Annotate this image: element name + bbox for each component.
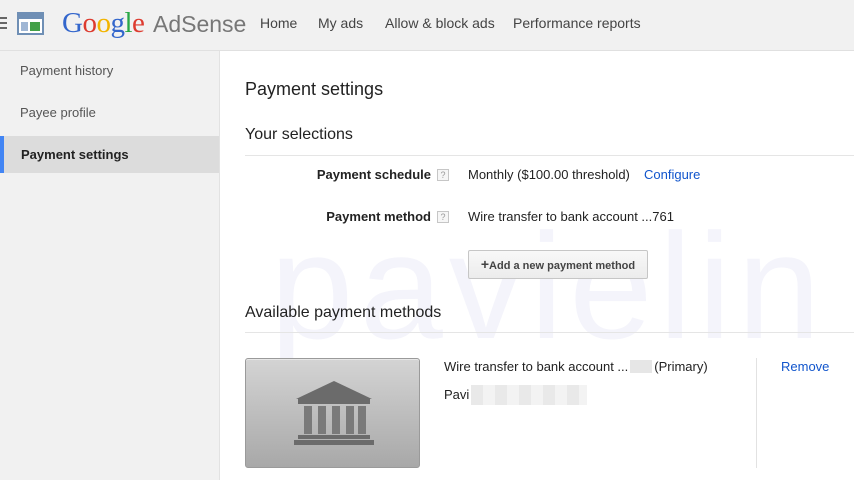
sidebar: Payment history Payee profile Payment se… bbox=[0, 51, 220, 480]
bank-card bbox=[245, 358, 420, 468]
help-icon[interactable]: ? bbox=[437, 169, 449, 181]
remove-link[interactable]: Remove bbox=[781, 359, 829, 374]
nav-my-ads[interactable]: My ads bbox=[318, 15, 363, 31]
payee-name: Pavi bbox=[444, 387, 470, 402]
nav-allow-block-ads[interactable]: Allow & block ads bbox=[385, 15, 495, 31]
divider bbox=[245, 155, 854, 156]
google-logo[interactable]: Google bbox=[62, 7, 145, 40]
available-methods-heading: Available payment methods bbox=[245, 304, 442, 321]
method-primary-badge: (Primary) bbox=[654, 359, 708, 374]
payment-method-label: Payment method bbox=[326, 209, 431, 224]
bank-icon bbox=[294, 381, 374, 445]
add-payment-method-button[interactable]: +Add a new payment method bbox=[468, 250, 648, 279]
nav-home[interactable]: Home bbox=[260, 15, 297, 31]
payment-schedule-value: Monthly ($100.00 threshold) bbox=[468, 167, 630, 182]
adsense-app-icon[interactable] bbox=[17, 12, 44, 35]
payment-schedule-label: Payment schedule bbox=[316, 167, 431, 182]
product-name: AdSense bbox=[153, 11, 247, 37]
plus-icon: + bbox=[480, 256, 490, 272]
divider bbox=[245, 332, 854, 333]
nav-performance-reports[interactable]: Performance reports bbox=[513, 15, 641, 31]
watermark: pavielin bbox=[270, 202, 827, 370]
redacted-account bbox=[630, 360, 653, 373]
sidebar-item-payee-profile[interactable]: Payee profile bbox=[0, 94, 219, 131]
page-title: Payment settings bbox=[245, 79, 384, 99]
sidebar-item-payment-settings[interactable]: Payment settings bbox=[0, 136, 219, 173]
help-icon[interactable]: ? bbox=[437, 211, 449, 223]
add-payment-method-label: Add a new payment method bbox=[489, 260, 636, 272]
vertical-divider bbox=[756, 358, 757, 468]
hamburger-menu-icon[interactable] bbox=[0, 17, 7, 31]
method-title-prefix: Wire transfer to bank account ... bbox=[444, 359, 629, 374]
method-title: Wire transfer to bank account ... (Primar… bbox=[444, 359, 708, 374]
your-selections-heading: Your selections bbox=[245, 126, 353, 143]
configure-link[interactable]: Configure bbox=[644, 167, 700, 182]
payment-method-value: Wire transfer to bank account ...761 bbox=[468, 209, 674, 224]
redacted-name bbox=[471, 385, 587, 405]
sidebar-item-payment-history[interactable]: Payment history bbox=[0, 52, 219, 89]
top-bar: Google AdSense Home My ads Allow & block… bbox=[0, 0, 854, 51]
